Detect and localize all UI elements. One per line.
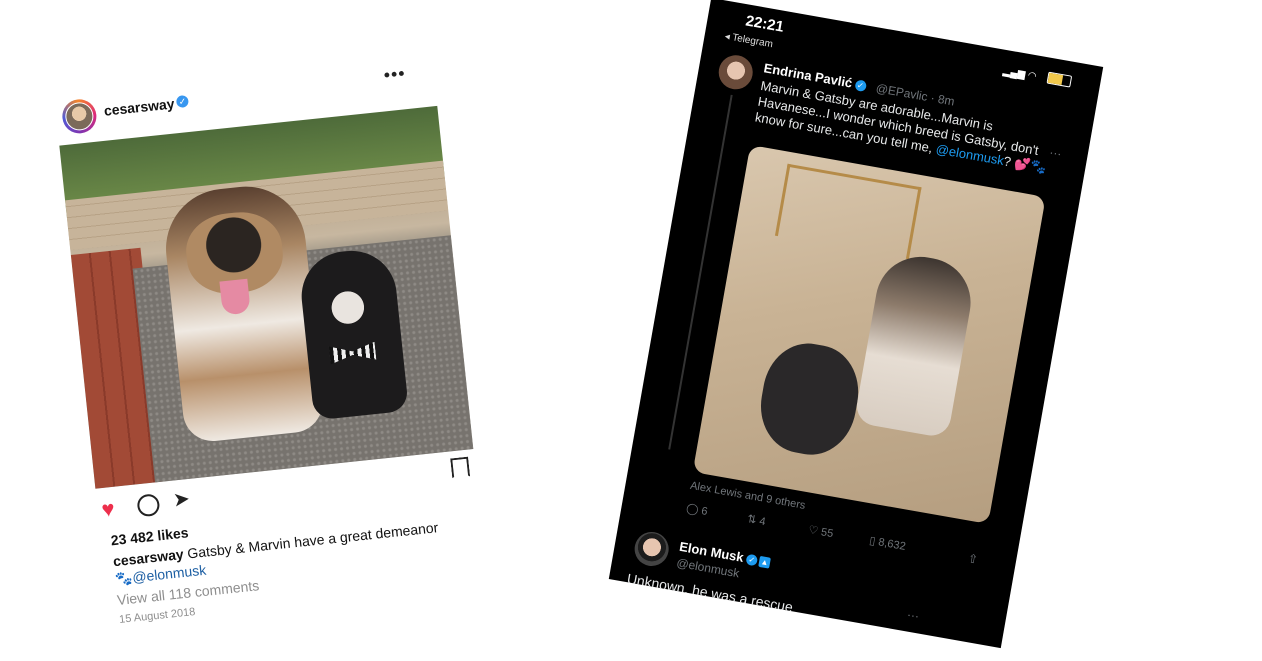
retweet-count: 4 xyxy=(758,515,767,529)
profile-avatar[interactable] xyxy=(60,97,99,136)
tweet-tail: ? 💕🐾 xyxy=(1002,153,1048,176)
like-button[interactable]: ♡ 55 xyxy=(807,523,834,540)
like-count: 55 xyxy=(820,526,835,541)
battery-level xyxy=(1047,72,1064,86)
post-date: 15 August 2018 xyxy=(118,606,196,626)
tweet-video[interactable] xyxy=(692,144,1046,524)
video-akita xyxy=(853,249,978,439)
signal-wifi-icon: ▂▄▆ ◠ xyxy=(1002,65,1038,83)
author-avatar[interactable] xyxy=(716,52,756,92)
reply-author-avatar[interactable] xyxy=(631,529,672,569)
twitter-bird-icon: ▲ xyxy=(758,555,771,569)
views-button[interactable]: ▯ 8,632 xyxy=(868,534,906,553)
verified-icon: ✓ xyxy=(745,553,759,567)
reply-button[interactable]: ◯ 6 xyxy=(685,501,708,518)
caption-text: Gatsby & Marvin have a great demeanor xyxy=(186,519,439,562)
reply-count: 6 xyxy=(700,505,709,518)
views-count: 8,632 xyxy=(877,536,907,553)
reply-more-icon[interactable]: ··· xyxy=(906,607,920,623)
verified-icon: ✓ xyxy=(175,94,189,109)
video-small-dog xyxy=(753,336,866,462)
avatar-image xyxy=(63,100,95,132)
post-photo[interactable] xyxy=(59,105,474,489)
back-to-telegram[interactable]: ◂ Telegram xyxy=(724,31,774,50)
like-heart-icon[interactable]: ♥ xyxy=(100,496,116,522)
verified-icon: ✓ xyxy=(854,79,867,93)
twitter-screenshot: 22:21 ◂ Telegram ▂▄▆ ◠ Endrina Pavlić ✓ @… xyxy=(608,0,1104,649)
status-time: 22:21 xyxy=(744,12,786,36)
share-icon[interactable]: ➤ xyxy=(172,486,191,513)
paw-emoji: 🐾 xyxy=(114,569,134,588)
comment-icon[interactable] xyxy=(136,493,161,518)
video-table xyxy=(774,163,922,260)
more-options-icon[interactable]: ••• xyxy=(383,63,407,86)
instagram-post: cesarsway ✓ ••• ♥ ➤ 23 482 likes cesarsw… xyxy=(51,33,501,631)
retweet-button[interactable]: ⇅ 4 xyxy=(746,512,766,528)
reply-text: Unknown, he was a rescue xyxy=(625,570,795,616)
post-username[interactable]: cesarsway xyxy=(103,95,175,118)
